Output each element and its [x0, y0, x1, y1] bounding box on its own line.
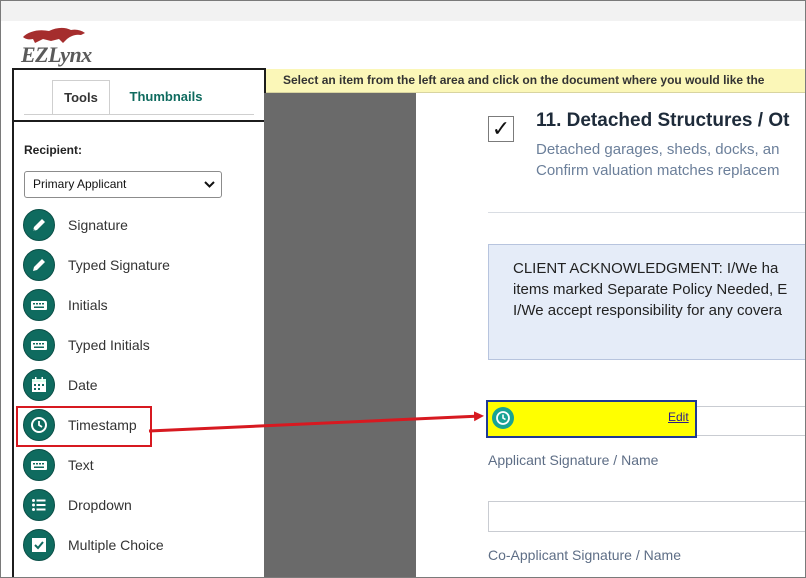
- red-arrow-icon: [148, 411, 484, 433]
- app-window: EZLynx Tools Thumbnails Recipient: Prima…: [0, 0, 806, 578]
